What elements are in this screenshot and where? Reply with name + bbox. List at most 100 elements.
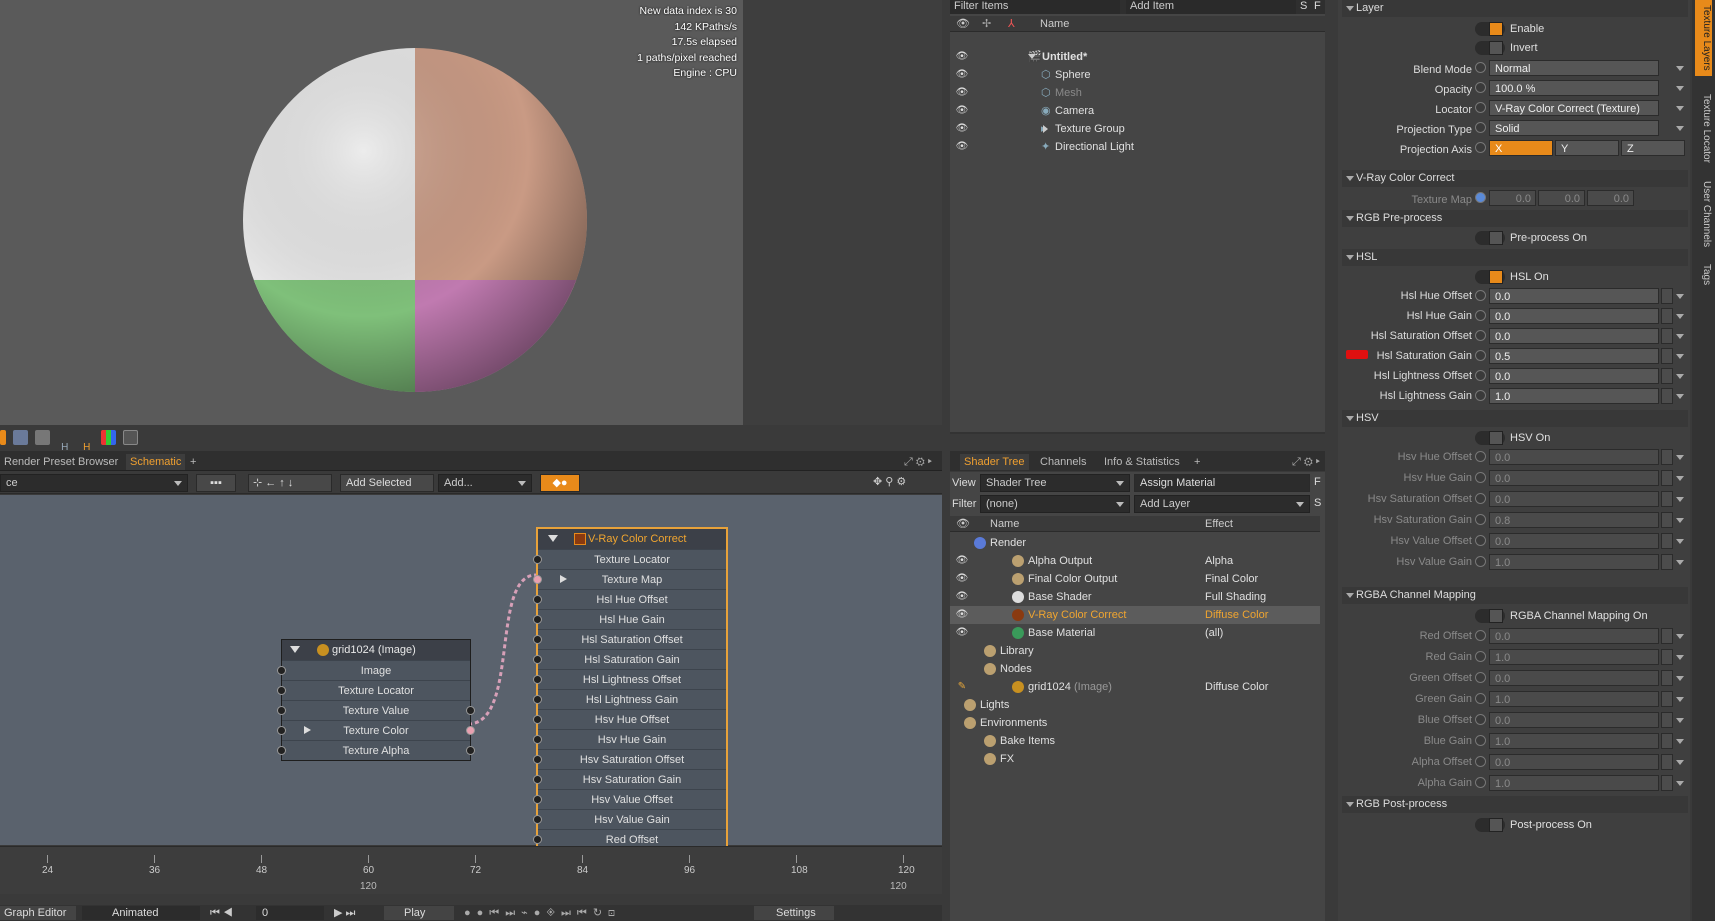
chevron-down-icon[interactable] <box>1675 120 1685 136</box>
chevron-down-icon[interactable] <box>1675 60 1685 76</box>
hsl-field-4-keyframe-dot[interactable] <box>1475 370 1486 381</box>
render-icon[interactable] <box>0 430 6 445</box>
visibility-eye-icon[interactable]: 👁 <box>954 138 970 156</box>
chevron-down-icon[interactable] <box>1675 368 1685 384</box>
visibility-eye-icon[interactable]: 👁 <box>954 606 970 624</box>
expand-icon[interactable] <box>304 726 311 734</box>
visibility-eye-icon[interactable]: 👁 <box>954 570 970 588</box>
node-port-row[interactable]: Hsl Saturation Gain <box>533 649 726 669</box>
hsv-field-2-field[interactable]: 0.0 <box>1489 491 1659 507</box>
navigate-icons[interactable]: ✥ ⚲ ⚙ <box>868 474 938 492</box>
add-item-dropdown[interactable]: Add Item <box>1126 0 1296 14</box>
hsv-field-2-keyframe-dot[interactable] <box>1475 493 1486 504</box>
shader-tree-panel[interactable]: View Shader Tree Assign Material F Filte… <box>950 472 1325 921</box>
frame-input[interactable]: 0 <box>256 906 324 920</box>
rgba-field-6-keyframe-dot[interactable] <box>1475 756 1486 767</box>
hsv-field-0-field[interactable]: 0.0 <box>1489 449 1659 465</box>
axis-y-button[interactable]: Y <box>1555 140 1619 156</box>
grid-layout-icon[interactable]: ▪▪▪ <box>196 474 236 492</box>
locator-keyframe-dot[interactable] <box>1475 102 1486 113</box>
side-tab-texture-locator[interactable]: Texture Locator <box>1695 86 1712 170</box>
transport-next-buttons[interactable]: ▶ ⏭ <box>334 906 374 920</box>
input-port[interactable] <box>533 835 542 844</box>
tab-render-preset-browser[interactable]: Render Preset Browser <box>0 454 122 470</box>
blend-mode-field[interactable]: Normal <box>1489 60 1659 76</box>
node-port-row[interactable]: Image <box>277 660 470 680</box>
hsl-field-2-keyframe-dot[interactable] <box>1475 330 1486 341</box>
node-mode-icon[interactable]: ◆● <box>540 474 580 492</box>
input-port[interactable] <box>533 755 542 764</box>
chevron-down-icon[interactable] <box>1675 100 1685 116</box>
texture-map-value[interactable]: 0.0 <box>1587 190 1634 206</box>
output-port[interactable] <box>466 706 475 715</box>
add-tab-button[interactable]: + <box>186 454 200 470</box>
rgba-field-0-keyframe-dot[interactable] <box>1475 630 1486 641</box>
node-grid1024-image[interactable]: grid1024 (Image) Image Texture Locator Tex… <box>277 639 475 761</box>
hsl-field-5-keyframe-dot[interactable] <box>1475 390 1486 401</box>
hsl-field-3-field[interactable]: 0.5 <box>1489 348 1659 364</box>
assign-material-button[interactable]: Assign Material <box>1134 474 1310 492</box>
spinner-icon[interactable] <box>1661 628 1673 644</box>
hsv-field-3-field[interactable]: 0.8 <box>1489 512 1659 528</box>
properties-panel[interactable]: Layer Enable Invert Blend Mode Normal Opacity… <box>1338 0 1690 921</box>
input-port[interactable] <box>533 675 542 684</box>
input-port[interactable] <box>533 735 542 744</box>
rgba-field-6-field[interactable]: 0.0 <box>1489 754 1659 770</box>
panel-options-icon[interactable]: ⤢ ⚙ ▸ <box>900 454 936 470</box>
spinner-icon[interactable] <box>1661 649 1673 665</box>
hsv-field-0-keyframe-dot[interactable] <box>1475 451 1486 462</box>
arrange-buttons[interactable]: ⊹←↑↓ <box>248 474 332 492</box>
hsl-field-3-keyframe-dot[interactable] <box>1475 350 1486 361</box>
item-row[interactable]: 👁 ✦ Directional Light <box>950 138 1325 156</box>
shader-tree-row[interactable]: Environments <box>950 714 1320 732</box>
hsl-field-2-field[interactable]: 0.0 <box>1489 328 1659 344</box>
add-node-dropdown[interactable]: Add... <box>438 474 532 492</box>
spinner-icon[interactable] <box>1661 388 1673 404</box>
section-rgba-channel-mapping[interactable]: RGBA Channel Mapping <box>1342 587 1688 604</box>
hsl-field-1-field[interactable]: 0.0 <box>1489 308 1659 324</box>
texture-map-value[interactable]: 0.0 <box>1538 190 1585 206</box>
shader-tree-row[interactable]: Library <box>950 642 1320 660</box>
visibility-eye-icon[interactable]: 👁 <box>954 102 970 120</box>
spinner-icon[interactable] <box>1661 533 1673 549</box>
chevron-down-icon[interactable] <box>1675 670 1685 686</box>
chevron-down-icon[interactable] <box>1675 328 1685 344</box>
spinner-icon[interactable] <box>1661 328 1673 344</box>
input-port[interactable] <box>277 686 286 695</box>
render-preview[interactable]: C7C8D1E6D7D8D1D2E6E7E8E1E2F6F7F8F1F2F3G6… <box>0 0 743 425</box>
spinner-icon[interactable] <box>1661 491 1673 507</box>
chevron-down-icon[interactable] <box>1675 628 1685 644</box>
enable-checkbox[interactable] <box>1475 22 1505 36</box>
input-port[interactable] <box>277 746 286 755</box>
shader-tree-row[interactable]: Lights <box>950 696 1320 714</box>
h-icon[interactable]: H <box>57 440 72 450</box>
hsv-field-1-field[interactable]: 0.0 <box>1489 470 1659 486</box>
invert-checkbox[interactable] <box>1475 41 1505 55</box>
spinner-icon[interactable] <box>1661 449 1673 465</box>
input-port[interactable] <box>533 615 542 624</box>
input-port[interactable] <box>533 815 542 824</box>
spinner-icon[interactable] <box>1661 691 1673 707</box>
settings-button[interactable]: Settings <box>754 906 834 920</box>
rgba-field-2-field[interactable]: 0.0 <box>1489 670 1659 686</box>
node-port-row[interactable]: Hsv Hue Offset <box>533 709 726 729</box>
expand-arrow-icon[interactable] <box>1043 125 1048 133</box>
texture-map-dot[interactable] <box>1475 192 1486 203</box>
section-hsl[interactable]: HSL <box>1342 249 1688 266</box>
region-icon[interactable] <box>35 430 51 445</box>
filter-dropdown[interactable]: (none) <box>980 495 1130 513</box>
animated-dropdown[interactable]: Animated <box>82 906 200 920</box>
section-rgb-pre-process[interactable]: RGB Pre-process <box>1342 210 1688 227</box>
node-port-row[interactable]: Hsl Saturation Offset <box>533 629 726 649</box>
rgba-field-4-field[interactable]: 0.0 <box>1489 712 1659 728</box>
shader-tree-row[interactable]: Bake Items <box>950 732 1320 750</box>
rgba-field-3-field[interactable]: 1.0 <box>1489 691 1659 707</box>
schematic-canvas[interactable]: grid1024 (Image) Image Texture Locator Tex… <box>0 495 942 851</box>
node-port-row[interactable]: Hsv Saturation Offset <box>533 749 726 769</box>
chevron-down-icon[interactable] <box>1675 754 1685 770</box>
blend-mode-keyframe-dot[interactable] <box>1475 62 1486 73</box>
section-layer[interactable]: Layer <box>1342 0 1688 17</box>
visibility-eye-icon[interactable]: 👁 <box>954 120 970 138</box>
spinner-icon[interactable] <box>1661 512 1673 528</box>
shader-tree-row[interactable]: 👁 V-Ray Color Correct Diffuse Color <box>950 606 1320 624</box>
